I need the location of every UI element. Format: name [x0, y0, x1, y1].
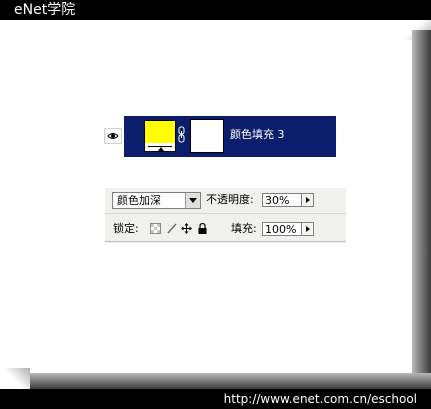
opacity-input[interactable]: 30%	[262, 193, 302, 207]
opacity-label: 不透明度:	[206, 193, 254, 206]
lock-label: 锁定:	[113, 222, 139, 235]
frame-shadow-right	[412, 30, 431, 389]
footer-url: http://www.enet.com.cn/eschool	[223, 392, 417, 406]
chevron-down-icon[interactable]	[185, 193, 200, 208]
top-title-bar: eNet学院	[0, 0, 431, 20]
blend-mode-value: 颜色加深	[117, 194, 161, 207]
site-brand: eNet学院	[14, 2, 76, 18]
fill-input[interactable]: 100%	[262, 222, 302, 236]
fill-slider-button[interactable]	[301, 222, 314, 236]
fill-color-thumbnail[interactable]	[144, 120, 176, 152]
brush-icon[interactable]	[166, 223, 177, 234]
layer-mask-thumbnail[interactable]	[191, 120, 223, 152]
padlock-icon[interactable]	[197, 223, 208, 234]
lock-transparent-pixels-icon[interactable]	[150, 223, 161, 234]
panel-bottom-border	[105, 241, 346, 242]
blend-mode-select[interactable]: 颜色加深	[112, 192, 201, 209]
panel-divider	[105, 213, 346, 214]
move-icon[interactable]	[181, 223, 192, 234]
bottom-footer-bar: http://www.enet.com.cn/eschool	[0, 389, 431, 409]
layer-row-color-fill[interactable]: 颜色填充 3	[124, 116, 336, 157]
slider-triangle-icon	[158, 147, 164, 151]
frame-shadow-bottom	[20, 373, 431, 389]
opacity-slider-button[interactable]	[301, 193, 314, 207]
chain-link-icon[interactable]	[178, 126, 185, 143]
fill-color-swatch	[145, 121, 175, 143]
eye-icon	[107, 133, 119, 139]
layer-visibility-toggle[interactable]	[104, 128, 122, 144]
fill-label: 填充:	[231, 222, 257, 235]
frame-shadow-corner-bottom	[0, 368, 30, 389]
layer-options-panel: 颜色加深 不透明度: 30% 锁定: 填充: 100%	[105, 188, 346, 243]
layer-name[interactable]: 颜色填充 3	[230, 128, 285, 142]
